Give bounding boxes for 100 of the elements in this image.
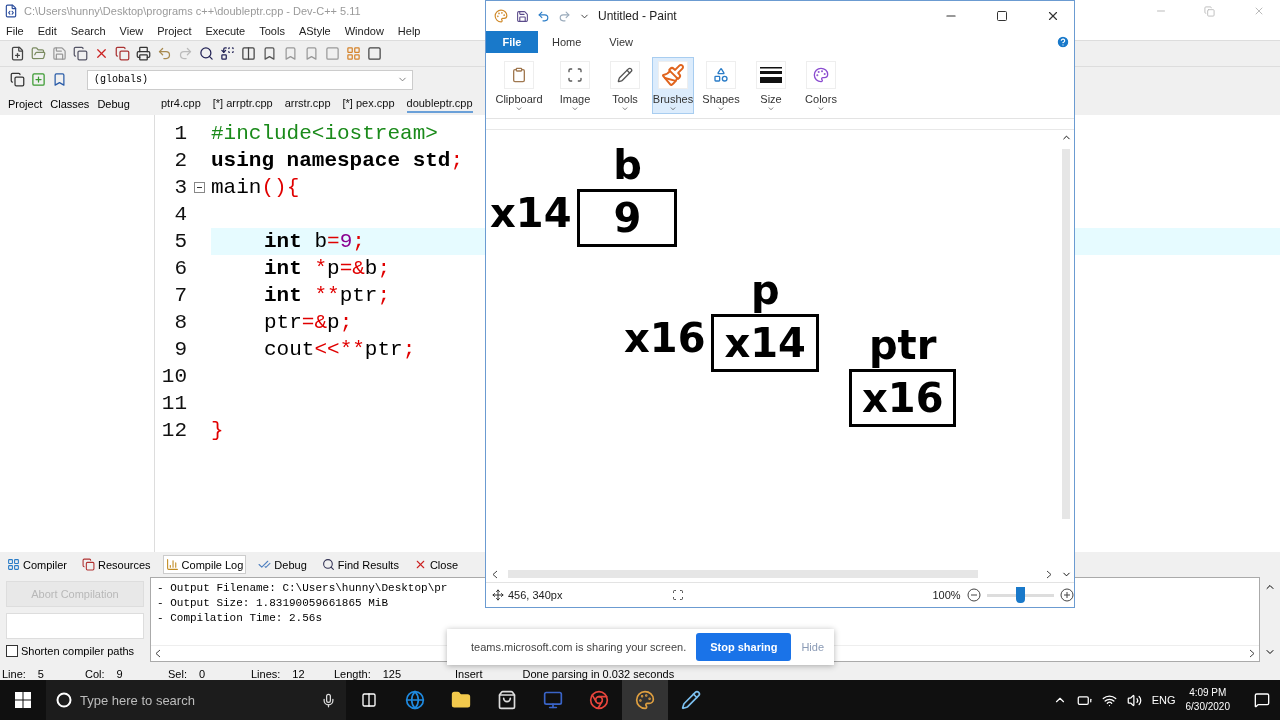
stop-sharing-button[interactable]: Stop sharing bbox=[696, 633, 792, 661]
slider-thumb[interactable] bbox=[1016, 587, 1026, 603]
ribbon-group-button[interactable]: Brushes bbox=[652, 57, 694, 114]
scroll-left-icon[interactable] bbox=[155, 649, 161, 658]
ribbon-group-button[interactable]: Clipboard bbox=[490, 57, 548, 114]
menu-item[interactable]: View bbox=[119, 25, 144, 37]
code-line: } bbox=[211, 419, 224, 442]
goto-icon[interactable] bbox=[262, 46, 277, 61]
replace-icon[interactable] bbox=[220, 46, 235, 61]
panel-tab[interactable]: Project bbox=[8, 97, 43, 110]
menu-item[interactable]: Project bbox=[157, 25, 192, 37]
ribbon-tab[interactable]: View bbox=[609, 36, 633, 48]
menu-item[interactable]: File bbox=[6, 25, 24, 37]
zoom-level: 100% bbox=[932, 589, 961, 601]
project-icon[interactable] bbox=[10, 72, 25, 87]
status-label: Line: bbox=[2, 668, 26, 680]
panel-tab[interactable]: Find Results bbox=[318, 555, 402, 574]
panel-tab[interactable]: Resources bbox=[79, 555, 154, 574]
undo-icon[interactable] bbox=[537, 9, 550, 23]
help-icon[interactable] bbox=[1056, 35, 1070, 49]
window-icon[interactable] bbox=[367, 46, 382, 61]
scope-dropdown[interactable]: (globals) bbox=[87, 69, 413, 90]
search-field[interactable]: Type here to search bbox=[46, 680, 346, 720]
ribbon-tab[interactable]: Home bbox=[552, 36, 582, 48]
line-number: 5 bbox=[173, 230, 187, 253]
line-width-icon bbox=[760, 67, 782, 84]
scrollbar-thumb[interactable] bbox=[508, 570, 978, 578]
zoom-in-button[interactable] bbox=[1060, 588, 1074, 602]
file-tab[interactable]: [*] pex.cpp bbox=[342, 94, 395, 113]
panel-tab[interactable]: Compile Log bbox=[162, 555, 247, 574]
scroll-right-icon[interactable] bbox=[1046, 569, 1052, 579]
input-field[interactable] bbox=[6, 613, 144, 639]
caret-icon bbox=[669, 105, 677, 113]
print-icon[interactable] bbox=[136, 46, 151, 61]
language-indicator[interactable]: ENG bbox=[1151, 694, 1176, 706]
code-line: #include<iostream> bbox=[211, 122, 438, 145]
selection-icon bbox=[567, 67, 583, 84]
panel-tab[interactable]: Classes bbox=[50, 97, 90, 110]
line-number: 12 bbox=[160, 419, 187, 442]
ribbon-group-button[interactable]: Tools bbox=[602, 57, 648, 114]
file-menu-button[interactable]: File bbox=[486, 31, 538, 53]
scroll-left-icon[interactable] bbox=[492, 569, 498, 579]
book-icon[interactable] bbox=[52, 72, 67, 87]
brush-icon bbox=[661, 63, 685, 88]
open-icon[interactable] bbox=[31, 46, 46, 61]
volume-icon[interactable] bbox=[1126, 692, 1142, 708]
code-line: cout<<**ptr; bbox=[264, 338, 416, 361]
ribbon-group-button[interactable]: Image bbox=[552, 57, 598, 114]
clock-date: 6/30/2020 bbox=[1185, 700, 1230, 714]
search-icon[interactable] bbox=[199, 46, 214, 61]
close-file-icon[interactable] bbox=[94, 46, 109, 61]
caret-icon bbox=[515, 105, 523, 113]
caret-icon bbox=[621, 105, 629, 113]
menu-item[interactable]: AStyle bbox=[298, 25, 331, 37]
menu-item[interactable]: Tools bbox=[259, 25, 285, 37]
status-message: Done parsing in 0.032 seconds bbox=[522, 668, 675, 680]
ribbon-group-button[interactable]: Shapes bbox=[698, 57, 744, 114]
caret-icon bbox=[717, 105, 725, 113]
new-file-icon[interactable] bbox=[10, 46, 25, 61]
panel-tab[interactable]: Close bbox=[410, 555, 462, 574]
scroll-right-icon[interactable] bbox=[1249, 649, 1255, 658]
microphone-icon[interactable] bbox=[321, 692, 336, 708]
palette-icon[interactable] bbox=[622, 680, 668, 720]
status-label: Sel: bbox=[168, 668, 187, 680]
checkbox-label: Shorten compiler paths bbox=[21, 645, 135, 657]
zoom-out-button[interactable] bbox=[966, 588, 981, 602]
line-number: 11 bbox=[160, 392, 187, 415]
grid-icon[interactable] bbox=[346, 46, 361, 61]
check-icon bbox=[258, 558, 272, 571]
file-tab[interactable]: arrstr.cpp bbox=[284, 94, 331, 113]
ribbon-group-button[interactable]: Colors bbox=[798, 57, 844, 114]
panel-tab[interactable]: Debug bbox=[255, 555, 310, 574]
panel-tab[interactable]: Debug bbox=[97, 97, 130, 110]
menu-item[interactable]: Help bbox=[397, 25, 421, 37]
wifi-icon[interactable] bbox=[1101, 692, 1117, 708]
toggle-icon[interactable] bbox=[325, 46, 340, 61]
line-number: 6 bbox=[173, 257, 187, 280]
menu-item[interactable]: Search bbox=[70, 25, 106, 37]
panel-tab[interactable]: Compiler bbox=[4, 555, 70, 574]
file-tab[interactable]: doubleptr.cpp bbox=[406, 94, 473, 113]
menu-item[interactable]: Window bbox=[344, 25, 384, 37]
indent-icon[interactable] bbox=[241, 46, 256, 61]
undo-icon[interactable] bbox=[157, 46, 172, 61]
scrollbar-thumb[interactable] bbox=[1062, 149, 1070, 519]
checkbox[interactable] bbox=[6, 645, 18, 657]
code-line: ptr=&p; bbox=[264, 311, 353, 334]
add-icon[interactable] bbox=[31, 72, 46, 87]
file-tab[interactable]: ptr4.cpp bbox=[161, 94, 201, 113]
save-all-icon[interactable] bbox=[73, 46, 88, 61]
file-tab[interactable]: [*] arrptr.cpp bbox=[212, 94, 273, 113]
menu-item[interactable]: Execute bbox=[205, 25, 246, 37]
close-all-icon[interactable] bbox=[115, 46, 130, 61]
line-number: 1 bbox=[173, 122, 187, 145]
ribbon-group-button[interactable]: Size bbox=[748, 57, 794, 114]
line-number: 8 bbox=[173, 311, 187, 334]
notifications-icon[interactable] bbox=[1254, 692, 1270, 708]
app-icon bbox=[4, 4, 18, 18]
menu-item[interactable]: Edit bbox=[37, 25, 57, 37]
fold-icon[interactable] bbox=[193, 182, 205, 193]
save-icon[interactable] bbox=[516, 9, 529, 23]
